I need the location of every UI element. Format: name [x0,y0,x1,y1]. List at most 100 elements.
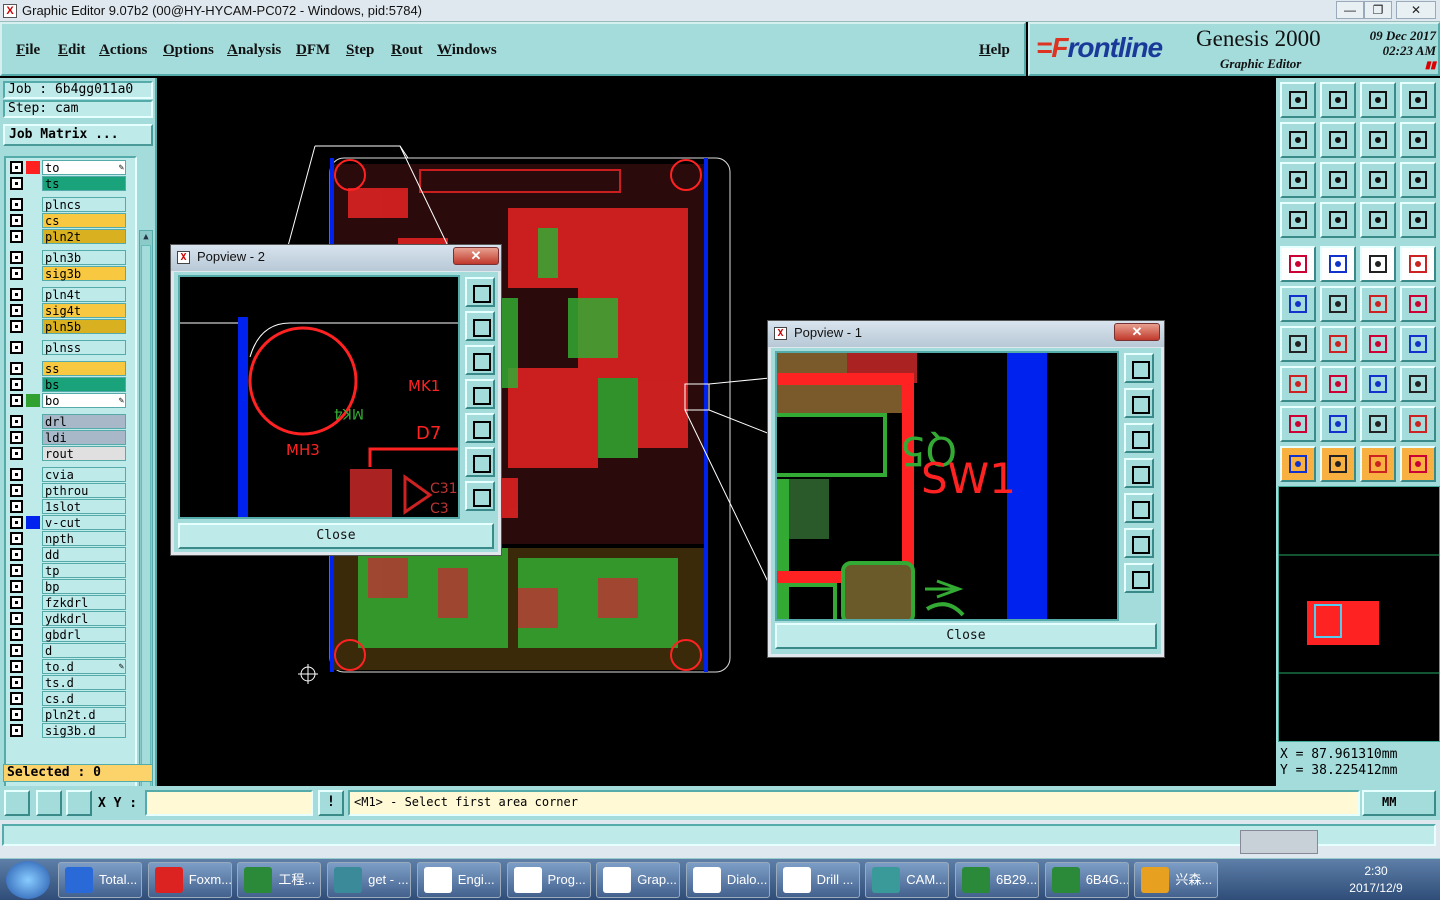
layer-row-dd[interactable]: dd [8,547,134,562]
tool-connect-button[interactable] [1280,286,1316,322]
layer-row-npth[interactable]: npth [8,531,134,546]
tool-scale-1-2-button[interactable] [1360,162,1396,198]
layer-checkbox[interactable] [10,660,23,673]
layer-row-ss[interactable]: ss [8,361,134,376]
pv2-zoom-out-button[interactable] [465,481,495,511]
popview-1-window[interactable]: Popview - 1 X ✕ Q5 SW1 Close [767,320,1165,658]
tool-pad-button[interactable] [1280,246,1316,282]
tool-ruler-button[interactable] [1360,246,1396,282]
tool-drill-map-button[interactable] [1360,202,1396,238]
layer-name[interactable]: pln4t [42,287,126,302]
taskbar-item[interactable]: Dialo... [685,862,770,898]
pv2-pan-right-button[interactable] [465,413,495,443]
tool-split-button[interactable] [1280,366,1316,402]
popview-2-window[interactable]: Popview - 2 X ✕ MH3 MK1 MK4 D7 C31 C3 Cl… [170,244,502,556]
layer-checkbox[interactable] [10,692,23,705]
pv1-pan-down-button[interactable] [1124,423,1154,453]
layer-row-pln2t.d[interactable]: pln2t.d [8,707,134,722]
scroll-thumb[interactable] [141,245,151,825]
layer-name[interactable]: cs.d [42,691,126,706]
taskbar-item[interactable]: Grap... [596,862,681,898]
layer-name[interactable]: bo [42,393,126,408]
layer-checkbox[interactable] [10,394,23,407]
layer-name[interactable]: cvia [42,467,126,482]
layer-checkbox[interactable] [10,500,23,513]
layer-name[interactable]: ts [42,176,126,191]
menu-analysis[interactable]: Analysis [227,42,281,59]
layer-name[interactable]: sig4t [42,303,126,318]
taskbar-item[interactable]: Total... [58,862,142,898]
menu-edit[interactable]: Edit [58,42,86,59]
layer-name[interactable]: plncs [42,197,126,212]
tool-fit-button[interactable] [1280,162,1316,198]
taskbar-item[interactable]: 6B4G... [1044,862,1129,898]
system-clock[interactable]: 2:30 2017/12/9 [1348,863,1404,897]
minimize-button[interactable]: — [1336,1,1364,19]
language-bar[interactable] [1240,830,1318,854]
layer-checkbox[interactable] [10,198,23,211]
layer-row-sig3b.d[interactable]: sig3b.d [8,723,134,738]
pv1-pan-right-button[interactable] [1124,493,1154,523]
layer-checkbox[interactable] [10,214,23,227]
menu-rout[interactable]: Rout [391,42,423,59]
layer-checkbox[interactable] [10,564,23,577]
tool-select-button[interactable] [1320,446,1356,482]
tool-shapes-button[interactable] [1400,366,1436,402]
taskbar-item[interactable]: 工程... [237,862,322,898]
tool-line-button[interactable] [1320,246,1356,282]
pv1-pan-up-button[interactable] [1124,388,1154,418]
job-matrix-button[interactable]: Job Matrix ... [3,124,153,146]
taskbar-item[interactable]: CAM... [865,862,950,898]
taskbar-item[interactable]: get - ... [327,862,412,898]
layer-name[interactable]: gbdrl [42,627,126,642]
tool-pan-right-button[interactable] [1320,122,1356,158]
layer-name[interactable]: sig3b.d [42,723,126,738]
tool-cut-button[interactable] [1320,366,1356,402]
layer-row-ldi[interactable]: ldi [8,430,134,445]
popview-2-canvas[interactable]: MH3 MK1 MK4 D7 C31 C3 [178,275,460,519]
layer-name[interactable]: pln2t [42,229,126,244]
layer-row-pln4t[interactable]: pln4t [8,287,134,302]
layer-checkbox[interactable] [10,484,23,497]
units-select[interactable]: MM [1362,790,1436,816]
layer-name[interactable]: bs [42,377,126,392]
tool-triangle-b-button[interactable] [1320,406,1356,442]
grid-button[interactable] [66,790,92,816]
menu-help[interactable]: Help [979,42,1010,59]
menu-options[interactable]: Options [163,42,214,59]
pv1-zoom-home-button[interactable] [1124,353,1154,383]
layer-checkbox[interactable] [10,468,23,481]
layer-row-bo[interactable]: bo [8,393,134,408]
layer-checkbox[interactable] [10,447,23,460]
tool-grid-button[interactable] [1320,202,1356,238]
layer-row-to[interactable]: to [8,160,134,175]
layer-name[interactable]: plnss [42,340,126,355]
taskbar-item[interactable]: 兴森... [1134,862,1219,898]
tool-redo-button[interactable] [1400,122,1436,158]
layer-row-bs[interactable]: bs [8,377,134,392]
tool-help-button[interactable] [1400,162,1436,198]
layer-row-sig4t[interactable]: sig4t [8,303,134,318]
layer-name[interactable]: fzkdrl [42,595,126,610]
pv1-zoom-in-button[interactable] [1124,528,1154,558]
close-window-button[interactable]: ✕ [1396,1,1436,19]
layer-row-fzkdrl[interactable]: fzkdrl [8,595,134,610]
layer-row-rout[interactable]: rout [8,446,134,461]
tool-pan-left-button[interactable] [1280,122,1316,158]
layer-checkbox[interactable] [10,288,23,301]
maximize-button[interactable]: ❐ [1364,1,1392,19]
layer-checkbox[interactable] [10,415,23,428]
tool-layers-button[interactable] [1280,202,1316,238]
popview-1-title[interactable]: Popview - 1 [768,321,1164,347]
layer-checkbox[interactable] [10,177,23,190]
tool-route-button[interactable] [1400,446,1436,482]
layer-checkbox[interactable] [10,304,23,317]
layer-row-ts.d[interactable]: ts.d [8,675,134,690]
layer-checkbox[interactable] [10,267,23,280]
layer-checkbox[interactable] [10,612,23,625]
pv2-zoom-in-button[interactable] [465,447,495,477]
pv2-pan-up-button[interactable] [465,311,495,341]
layer-row-cvia[interactable]: cvia [8,467,134,482]
menu-windows[interactable]: Windows [437,42,497,59]
menu-step[interactable]: Step [346,42,374,59]
